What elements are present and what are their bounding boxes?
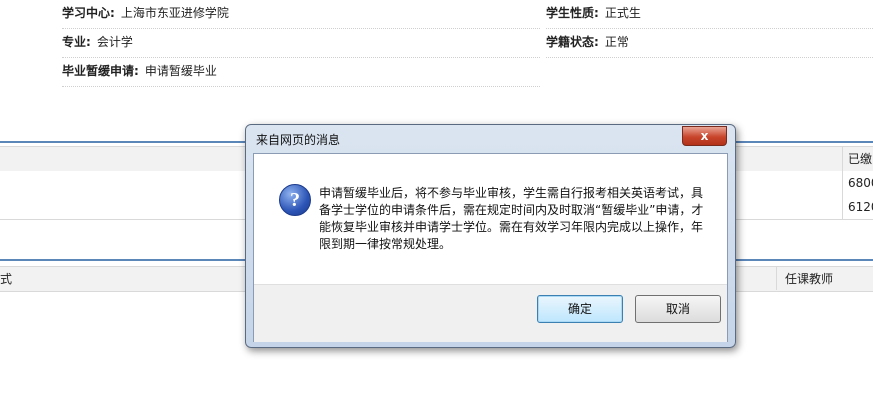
info-student-type: 学生性质: 正式生 [546,0,873,29]
fee-cell: 6120 [848,200,873,214]
major-value: 会计学 [96,35,133,49]
student-type-value: 正式生 [604,6,641,20]
dialog-content: ? 申请暂缓毕业后，将不参与毕业审核，学生需自行报考相关英语考试，具备学士学位的… [253,153,728,342]
question-icon: ? [279,184,311,216]
course-header-teacher: 任课教师 [785,272,834,286]
message-dialog: 来自网页的消息 x ? 申请暂缓毕业后，将不参与毕业审核，学生需自行报考相关英语… [245,124,736,348]
student-type-label: 学生性质: [546,6,599,20]
defer-value: 申请暂缓毕业 [144,64,217,78]
cancel-button[interactable]: 取消 [635,295,721,323]
learning-center-value: 上海市东亚进修学院 [120,6,229,20]
info-defer: 毕业暂缓申请: 申请暂缓毕业 [62,58,540,87]
dialog-body: ? 申请暂缓毕业后，将不参与毕业审核，学生需自行报考相关英语考试，具备学士学位的… [254,154,727,284]
fee-header-paid: 已缴 [848,152,873,166]
defer-label: 毕业暂缓申请: [62,64,139,78]
dialog-title: 来自网页的消息 [256,133,341,147]
fee-cell: 6800 [848,176,873,190]
info-status: 学籍状态: 正常 [546,29,873,58]
ok-button[interactable]: 确定 [537,295,623,323]
info-major: 专业: 会计学 [62,29,540,58]
status-value: 正常 [604,35,629,49]
column-divider [842,146,843,219]
course-header-mode: 式 [0,272,13,286]
status-label: 学籍状态: [546,35,599,49]
close-button[interactable]: x [682,126,727,146]
learning-center-label: 学习中心: [62,6,115,20]
info-learning-center: 学习中心: 上海市东亚进修学院 [62,0,540,29]
major-label: 专业: [62,35,91,49]
column-divider [776,266,777,290]
close-icon: x [700,129,709,143]
dialog-message: 申请暂缓毕业后，将不参与毕业审核，学生需自行报考相关英语考试，具备学士学位的申请… [319,186,704,251]
